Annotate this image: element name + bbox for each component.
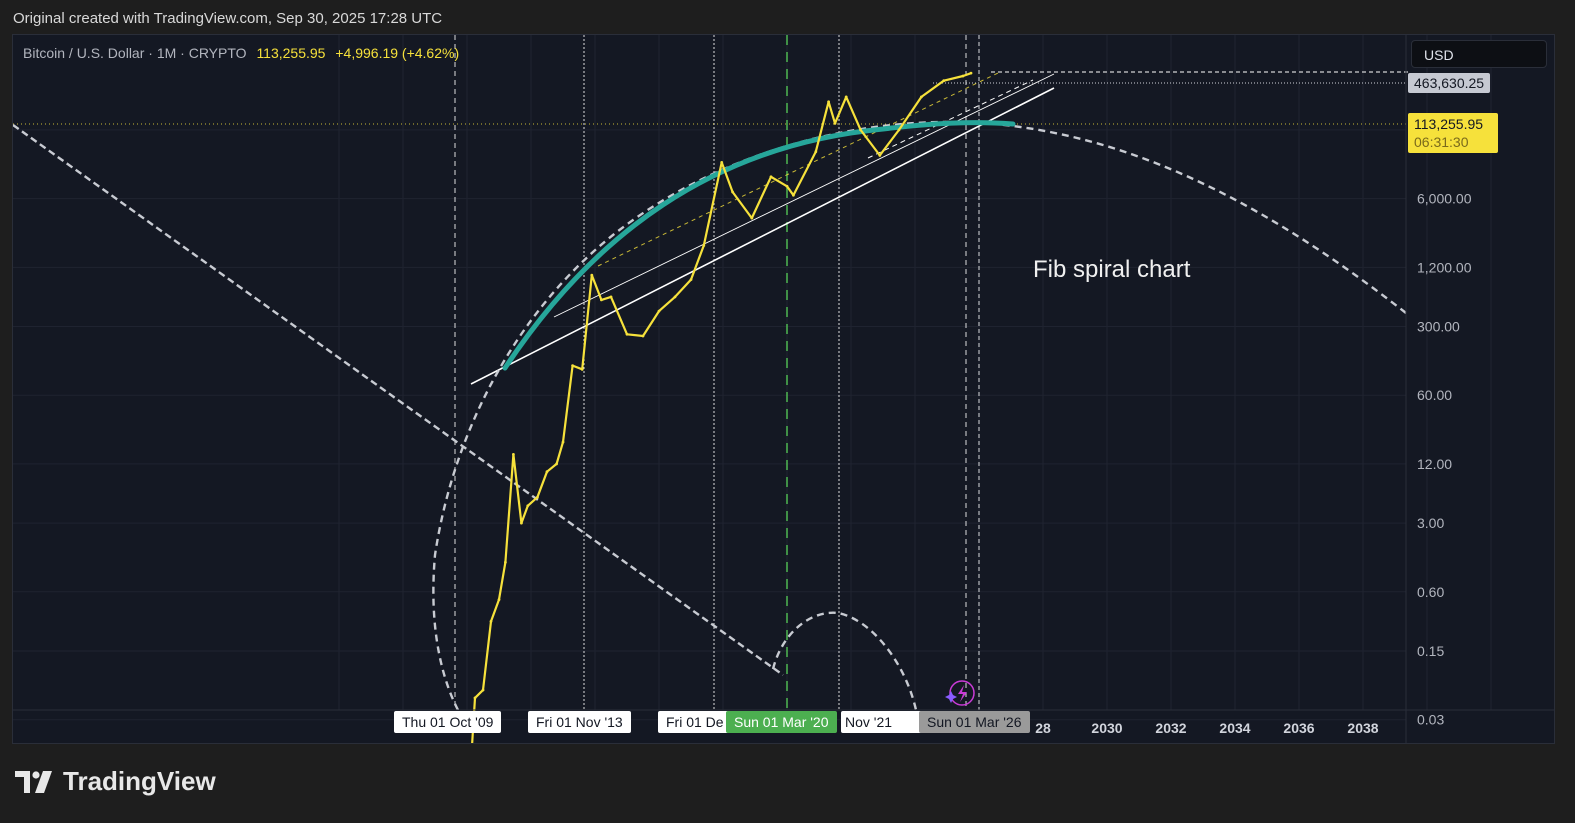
chart-panel[interactable]: 0.03 0.15 0.60 3.00 12.00 60.00 300.00 1,200.00… (12, 34, 1555, 744)
y-tick-label: 6,000.00 (1417, 191, 1472, 207)
price-point (600, 298, 603, 302)
x-tick-label: 2030 (1091, 720, 1122, 736)
price-point (512, 452, 515, 456)
chart-annotation[interactable]: Fib spiral chart (1033, 256, 1190, 284)
fib-diagonal-line (13, 124, 784, 676)
fib-spiral-inner (771, 611, 918, 711)
date-label-mar-26: Sun 01 Mar '26 (919, 711, 1030, 733)
price-point (526, 504, 530, 508)
brand-name: TradingView (63, 766, 216, 796)
price-point (545, 470, 549, 474)
price-point (520, 521, 523, 525)
x-tick-label: 2036 (1283, 720, 1314, 736)
price-point (536, 495, 539, 499)
symbol-name[interactable]: Bitcoin / U.S. Dollar · 1M · CRYPTO (23, 45, 247, 61)
price-point (792, 193, 795, 197)
drawings-layer (13, 35, 1408, 711)
price-point (473, 696, 477, 700)
price-point (769, 175, 773, 179)
price-point (657, 309, 661, 313)
y-tick-label: 0.15 (1417, 643, 1444, 659)
price-point (878, 154, 882, 157)
last-price-tag: 113,255.95 06:31:30 (1408, 113, 1498, 153)
price-point (555, 462, 558, 466)
symbol-legend[interactable]: Bitcoin / U.S. Dollar · 1M · CRYPTO 113,… (23, 45, 459, 61)
price-point (641, 334, 645, 338)
target-price-tag: 463,630.25 (1408, 73, 1491, 93)
y-tick-label: 0.60 (1417, 584, 1444, 600)
bar-countdown: 06:31:30 (1414, 134, 1469, 150)
price-point (750, 216, 754, 220)
price-point (920, 95, 923, 99)
legend-change: +4,996.19 (+4.62%) (335, 45, 460, 61)
price-point (497, 598, 501, 601)
last-price: 113,255.95 (1414, 116, 1484, 132)
price-point (859, 128, 862, 132)
price-point (489, 619, 493, 623)
date-label-nov-13: Fri 01 Nov '13 (528, 711, 631, 733)
price-point (961, 74, 965, 78)
date-label-oct-09: Thu 01 Oct '09 (394, 711, 502, 733)
teal-arc (502, 120, 1016, 371)
legend-close: 113,255.95 (256, 45, 326, 61)
date-label-nov-21: Nov '21 (841, 711, 931, 733)
price-point (571, 364, 574, 368)
chart-canvas[interactable]: 0.03 0.15 0.60 3.00 12.00 60.00 300.00 1,200.00… (13, 35, 1555, 744)
tradingview-logo-icon (15, 770, 52, 793)
brand-logo[interactable]: TradingView (15, 766, 216, 797)
price-point (625, 332, 629, 336)
price-point (844, 95, 848, 99)
y-tick-label: 12.00 (1417, 456, 1452, 472)
price-point (827, 100, 830, 104)
currency-button[interactable]: USD (1411, 40, 1547, 68)
price-point (731, 190, 734, 194)
price-point (833, 121, 837, 125)
price-point (580, 367, 584, 371)
price-point (689, 278, 693, 281)
sparkle-icon (945, 691, 957, 703)
y-tick-label: 0.03 (1417, 712, 1444, 728)
price-point (942, 79, 946, 83)
price-point (481, 688, 485, 692)
x-tick-label: 2034 (1219, 720, 1250, 736)
price-point (673, 295, 677, 299)
price-point (969, 71, 973, 75)
price-point (720, 161, 724, 164)
price-point (702, 244, 706, 247)
price-point (814, 150, 818, 154)
fib-spiral-outer (432, 120, 1407, 711)
price-point (785, 184, 789, 188)
y-tick-label: 1,200.00 (1417, 259, 1472, 275)
grid-layer (13, 35, 1492, 721)
chart-caption: Original created with TradingView.com, S… (13, 10, 443, 27)
price-point (897, 128, 901, 132)
price-point (590, 273, 594, 277)
y-tick-label: 60.00 (1417, 387, 1452, 403)
price-point (561, 440, 565, 444)
y-tick-label: 300.00 (1417, 318, 1460, 334)
price-point (609, 295, 613, 299)
price-series-line (471, 72, 972, 743)
trendline-dashed (867, 79, 1034, 159)
trendline-lower (470, 87, 1055, 385)
x-tick-label: 2038 (1347, 720, 1378, 736)
axis-layer: 0.03 0.15 0.60 3.00 12.00 60.00 300.00 1,200.00… (13, 35, 1554, 743)
trendline-yellow (597, 72, 999, 267)
x-tick-label: 28 (1035, 720, 1051, 736)
x-tick-label: 2032 (1155, 720, 1186, 736)
date-label-mar-20: Sun 01 Mar '20 (726, 711, 837, 733)
price-point (504, 560, 507, 564)
series-layer (471, 71, 973, 743)
y-tick-label: 3.00 (1417, 515, 1444, 531)
